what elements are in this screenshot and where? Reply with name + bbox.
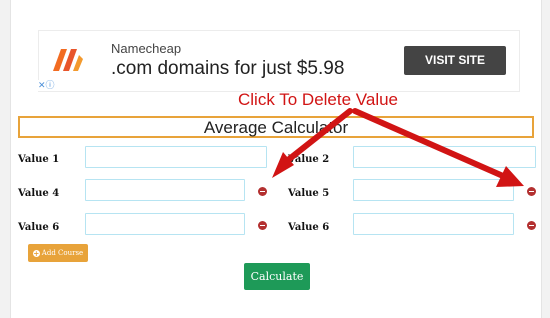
remove-value-icon[interactable] [258, 187, 267, 196]
value-input[interactable] [85, 179, 245, 201]
ad-banner[interactable]: Namecheap .com domains for just $5.98 VI… [38, 30, 520, 92]
value-input[interactable] [353, 179, 514, 201]
namecheap-logo-icon [53, 49, 83, 71]
remove-value-icon[interactable] [527, 187, 536, 196]
value-input[interactable] [353, 146, 536, 168]
value-label: Value 1 [18, 154, 60, 165]
value-input[interactable] [85, 146, 267, 168]
plus-icon: + [32, 248, 40, 258]
ad-brand: Namecheap [111, 41, 182, 56]
calculate-button[interactable]: Calculate [244, 263, 310, 290]
add-course-label: Add Course [41, 249, 84, 257]
calculator-title: Average Calculator [18, 116, 534, 138]
value-label: Value 6 [18, 222, 60, 233]
value-label: Value 5 [288, 188, 330, 199]
value-label: Value 4 [18, 188, 60, 199]
annotation-text: Click To Delete Value [238, 90, 399, 109]
remove-value-icon[interactable] [527, 221, 536, 230]
value-input[interactable] [85, 213, 245, 235]
value-label: Value 2 [288, 154, 330, 165]
value-input[interactable] [353, 213, 514, 235]
visit-site-button[interactable]: VISIT SITE [404, 46, 506, 75]
ad-headline: .com domains for just $5.98 [111, 58, 345, 79]
ad-choices-icon[interactable]: ✕ⓘ [38, 80, 60, 91]
remove-value-icon[interactable] [258, 221, 267, 230]
add-course-button[interactable]: + Add Course [28, 244, 88, 262]
value-label: Value 6 [288, 222, 330, 233]
